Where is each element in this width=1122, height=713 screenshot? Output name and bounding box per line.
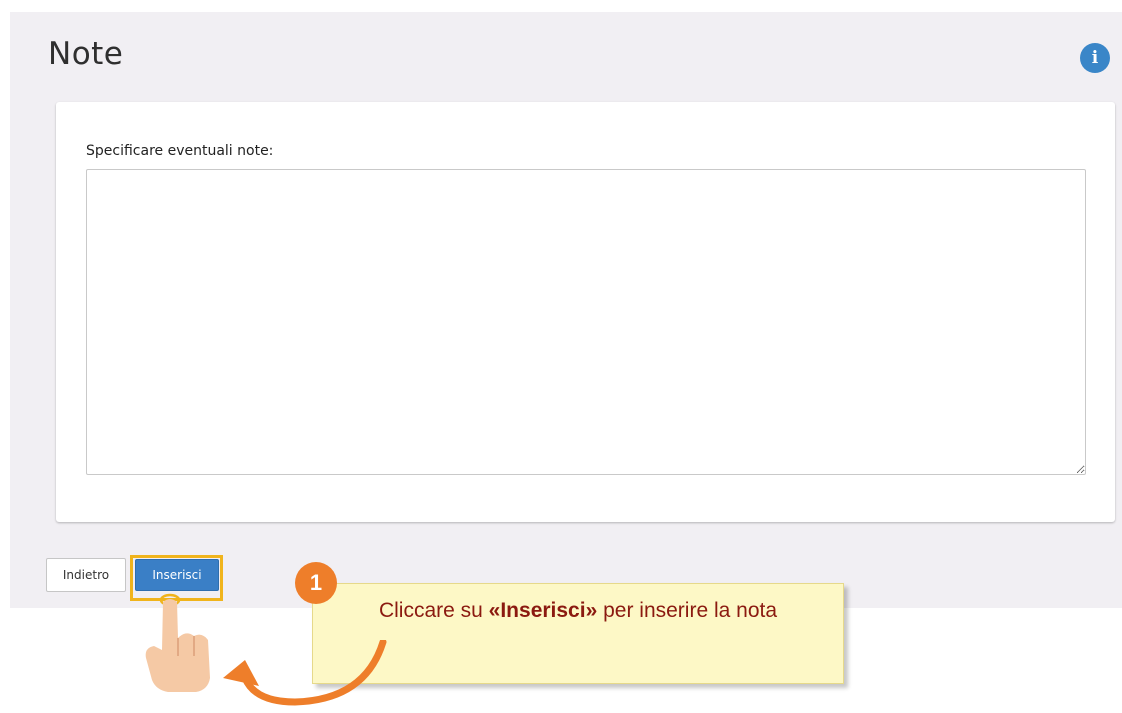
callout-text-pre: Cliccare su: [378, 599, 489, 622]
page-title: Note: [48, 36, 124, 72]
notes-textarea[interactable]: [86, 169, 1086, 475]
info-icon[interactable]: i: [1080, 43, 1110, 73]
insert-button[interactable]: Inserisci: [135, 559, 219, 591]
curved-arrow-icon: [223, 640, 387, 706]
page-container: Note i Specificare eventuali note:: [10, 12, 1122, 608]
callout-text-bold: «Inserisci»: [488, 599, 598, 622]
step-badge: 1: [295, 562, 337, 604]
tutorial-callout: Cliccare su «Inserisci» per inserire la …: [312, 583, 844, 684]
back-button[interactable]: Indietro: [46, 558, 126, 592]
hand-pointer-icon: [145, 593, 210, 692]
notes-panel: Specificare eventuali note:: [56, 102, 1115, 522]
notes-label: Specificare eventuali note:: [86, 143, 274, 159]
callout-text-post: per inserire la nota: [597, 599, 778, 622]
